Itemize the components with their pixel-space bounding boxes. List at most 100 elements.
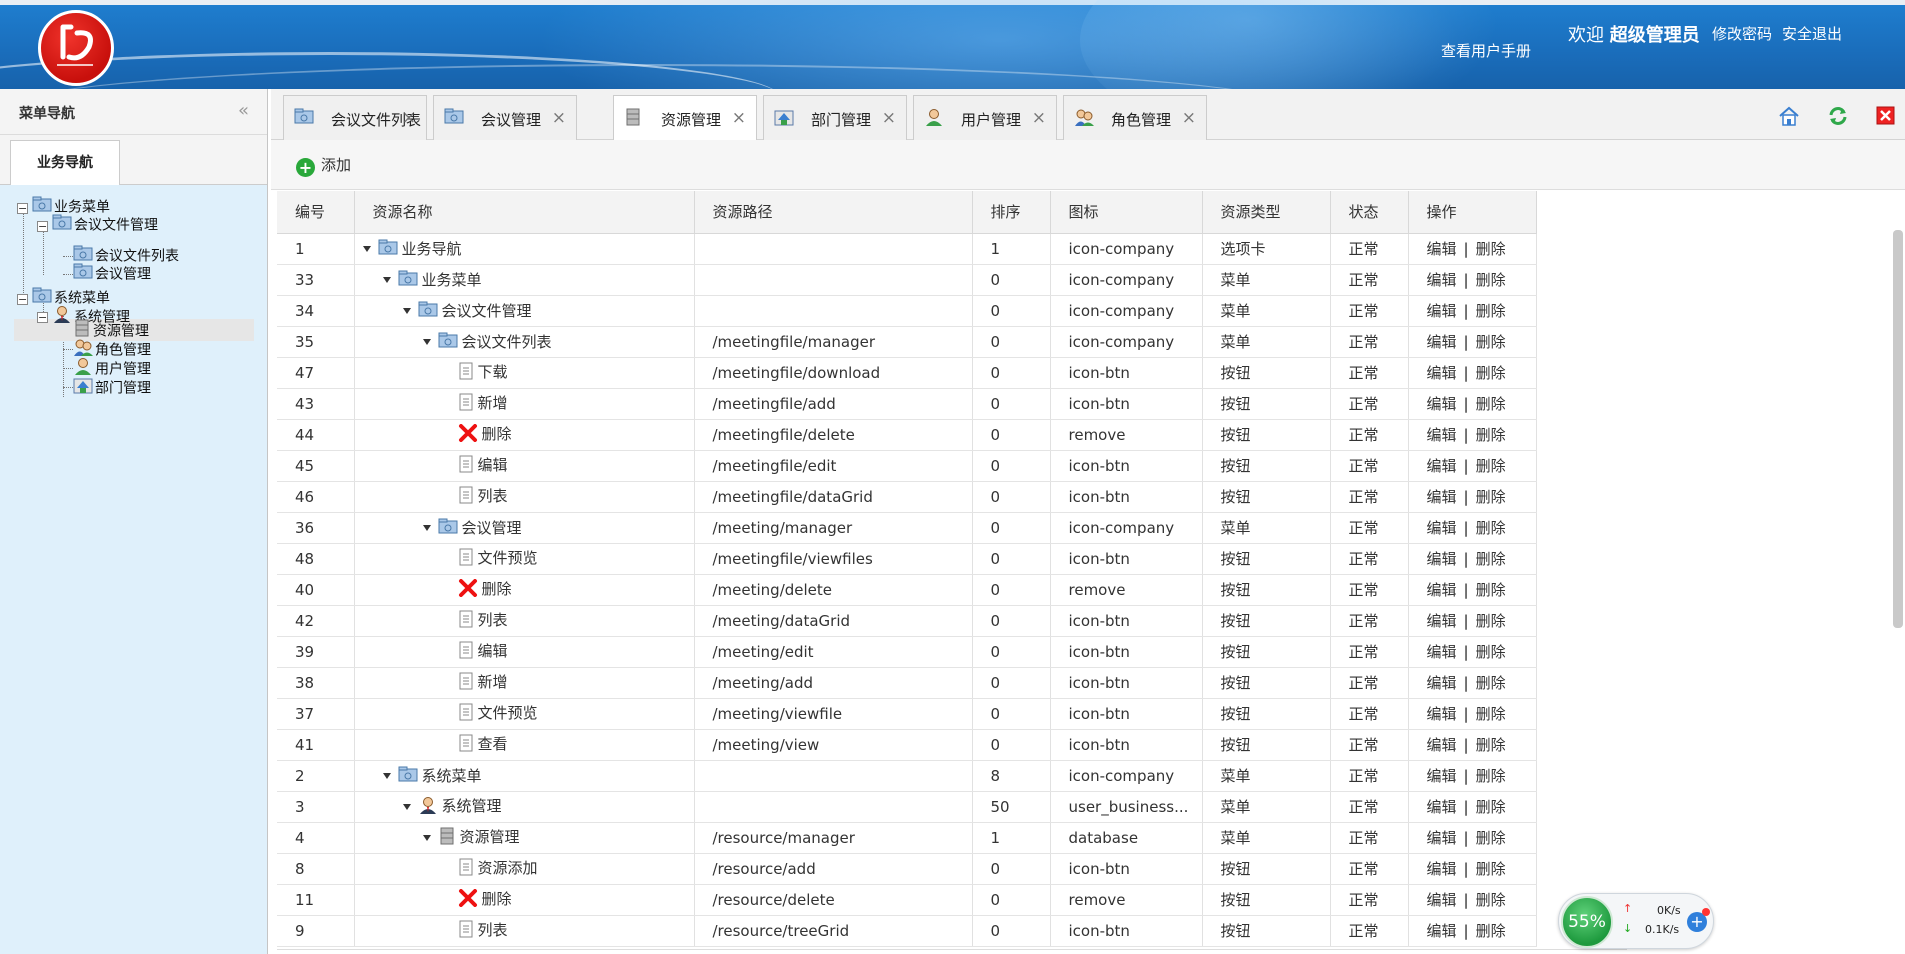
delete-link[interactable]: 删除 xyxy=(1476,705,1506,723)
edit-link[interactable]: 编辑 xyxy=(1427,767,1457,785)
table-row[interactable]: 36 会议管理/meeting/manager 0 icon-company 菜单 正常编… xyxy=(277,512,1537,544)
edit-link[interactable]: 编辑 xyxy=(1427,333,1457,351)
edit-link[interactable]: 编辑 xyxy=(1427,426,1457,444)
edit-link[interactable]: 编辑 xyxy=(1427,643,1457,661)
change-password-link[interactable]: 修改密码 xyxy=(1712,23,1772,44)
table-row[interactable]: 46 列表/meetingfile/dataGrid 0 icon-btn 按钮 正常 编辑… xyxy=(277,481,1537,513)
edit-link[interactable]: 编辑 xyxy=(1427,240,1457,258)
tab-business-nav[interactable]: 业务导航 xyxy=(10,140,120,186)
edit-link[interactable]: 编辑 xyxy=(1427,829,1457,847)
close-all-icon[interactable] xyxy=(1875,105,1897,127)
edit-link[interactable]: 编辑 xyxy=(1427,736,1457,754)
col-header-name[interactable]: 资源名称 xyxy=(354,191,695,234)
table-row[interactable]: 41 查看/meeting/view 0 icon-btn 按钮 正常 编辑 | 删除 xyxy=(277,729,1537,761)
delete-link[interactable]: 删除 xyxy=(1476,240,1506,258)
delete-link[interactable]: 删除 xyxy=(1476,395,1506,413)
delete-link[interactable]: 删除 xyxy=(1476,364,1506,382)
delete-link[interactable]: 删除 xyxy=(1476,271,1506,289)
tab-meeting-mgmt[interactable]: 会议管理 × xyxy=(433,95,577,141)
delete-link[interactable]: 删除 xyxy=(1476,302,1506,320)
table-row[interactable]: 35 会议文件列表/meetingfile/manager 0 icon-compan… xyxy=(277,326,1537,358)
table-row[interactable]: 1 业务导航 1 icon-company 选项卡 正常 编辑 | 删除 xyxy=(277,233,1537,265)
tab-resource-mgmt[interactable]: 资源管理 × xyxy=(613,95,757,141)
add-button[interactable]: + 添加 xyxy=(296,154,351,177)
table-row[interactable]: 40 删除/meeting/delete 0 remove 按钮 正常 编辑 | 删除 xyxy=(277,574,1537,606)
col-header-path[interactable]: 资源路径 xyxy=(694,191,973,234)
delete-link[interactable]: 删除 xyxy=(1476,829,1506,847)
expand-toggle[interactable] xyxy=(402,803,411,810)
table-row[interactable]: 44 删除/meetingfile/delete 0 remove 按钮 正常 编辑 | 删除 xyxy=(277,419,1537,451)
delete-link[interactable]: 删除 xyxy=(1476,612,1506,630)
close-icon[interactable]: × xyxy=(1032,108,1046,128)
expand-toggle[interactable] xyxy=(422,525,431,532)
table-row[interactable]: 2 系统菜单 8 icon-company 菜单 正常 编辑 | 删除 xyxy=(277,760,1537,792)
edit-link[interactable]: 编辑 xyxy=(1427,581,1457,599)
table-row[interactable]: 9 列表/resource/treeGrid 0 icon-btn 按钮 正常 编辑 | 删除 xyxy=(277,915,1537,947)
col-header-icon[interactable]: 图标 xyxy=(1050,191,1203,234)
delete-link[interactable]: 删除 xyxy=(1476,550,1506,568)
edit-link[interactable]: 编辑 xyxy=(1427,612,1457,630)
table-row[interactable]: 48 文件预览/meetingfile/viewfiles 0 icon-btn 按钮正… xyxy=(277,543,1537,575)
close-icon[interactable]: × xyxy=(732,108,746,128)
close-icon[interactable]: × xyxy=(1182,108,1196,128)
edit-link[interactable]: 编辑 xyxy=(1427,860,1457,878)
edit-link[interactable]: 编辑 xyxy=(1427,798,1457,816)
tree-toggle[interactable]: − xyxy=(17,294,28,305)
edit-link[interactable]: 编辑 xyxy=(1427,922,1457,940)
tree-toggle[interactable]: − xyxy=(17,203,28,214)
table-row[interactable]: 8 资源添加/resource/add 0 icon-btn 按钮 正常 编辑 | 删除 xyxy=(277,853,1537,885)
table-row[interactable]: 42 列表/meeting/dataGrid 0 icon-btn 按钮 正常 编辑 | 删除 xyxy=(277,605,1537,637)
tab-user-mgmt[interactable]: 用户管理 × xyxy=(913,95,1057,141)
tab-dept-mgmt[interactable]: 部门管理 × xyxy=(763,95,907,141)
table-row[interactable]: 3 系统管理 50 user_business... 菜单 正常 编辑 | 删除 xyxy=(277,791,1537,823)
home-icon[interactable] xyxy=(1778,105,1800,127)
col-header-id[interactable]: 编号 xyxy=(277,191,355,234)
network-speed-widget[interactable]: 55% ↑ ↓ 0K/s 0.1K/s + xyxy=(1558,893,1714,949)
table-row[interactable]: 37 文件预览/meeting/viewfile 0 icon-btn 按钮 正常 编辑 | 删… xyxy=(277,698,1537,730)
expand-toggle[interactable] xyxy=(382,277,391,284)
delete-link[interactable]: 删除 xyxy=(1476,860,1506,878)
expand-toggle[interactable] xyxy=(422,339,431,346)
edit-link[interactable]: 编辑 xyxy=(1427,550,1457,568)
edit-link[interactable]: 编辑 xyxy=(1427,302,1457,320)
delete-link[interactable]: 删除 xyxy=(1476,426,1506,444)
delete-link[interactable]: 删除 xyxy=(1476,581,1506,599)
user-manual-link[interactable]: 查看用户手册 xyxy=(1441,40,1531,61)
edit-link[interactable]: 编辑 xyxy=(1427,395,1457,413)
delete-link[interactable]: 删除 xyxy=(1476,333,1506,351)
expand-toggle[interactable] xyxy=(362,246,371,253)
edit-link[interactable]: 编辑 xyxy=(1427,271,1457,289)
tab-meetingfile-list[interactable]: 会议文件列表 × xyxy=(283,95,427,141)
edit-link[interactable]: 编辑 xyxy=(1427,891,1457,909)
tree-toggle[interactable]: − xyxy=(37,221,48,232)
collapse-icon[interactable]: « xyxy=(238,100,249,121)
table-row[interactable]: 39 编辑/meeting/edit 0 icon-btn 按钮 正常 编辑 | 删除 xyxy=(277,636,1537,668)
logout-link[interactable]: 安全退出 xyxy=(1782,23,1842,44)
tree-item-meeting-mgmt[interactable]: 会议管理 xyxy=(73,263,151,285)
tab-role-mgmt[interactable]: 角色管理 × xyxy=(1063,95,1207,141)
table-row[interactable]: 47 下载/meetingfile/download 0 icon-btn 按钮 正常 编辑… xyxy=(277,357,1537,389)
expand-toggle[interactable] xyxy=(402,308,411,315)
close-icon[interactable]: × xyxy=(882,108,896,128)
col-header-type[interactable]: 资源类型 xyxy=(1202,191,1331,234)
delete-link[interactable]: 删除 xyxy=(1476,643,1506,661)
expand-toggle[interactable] xyxy=(422,834,431,841)
edit-link[interactable]: 编辑 xyxy=(1427,674,1457,692)
edit-link[interactable]: 编辑 xyxy=(1427,705,1457,723)
edit-link[interactable]: 编辑 xyxy=(1427,457,1457,475)
edit-link[interactable]: 编辑 xyxy=(1427,364,1457,382)
tree-toggle[interactable]: − xyxy=(37,312,48,323)
delete-link[interactable]: 删除 xyxy=(1476,736,1506,754)
table-row[interactable]: 43 新增/meetingfile/add 0 icon-btn 按钮 正常 编辑 | 删除 xyxy=(277,388,1537,420)
col-header-status[interactable]: 状态 xyxy=(1330,191,1409,234)
delete-link[interactable]: 删除 xyxy=(1476,798,1506,816)
table-row[interactable]: 33 业务菜单 0 icon-company 菜单 正常 编辑 | 删除 xyxy=(277,264,1537,296)
delete-link[interactable]: 删除 xyxy=(1476,674,1506,692)
vertical-scrollbar[interactable] xyxy=(1893,230,1903,628)
delete-link[interactable]: 删除 xyxy=(1476,457,1506,475)
expand-toggle[interactable] xyxy=(382,773,391,780)
table-row[interactable]: 11 删除/resource/delete 0 remove 按钮 正常 编辑 | 删除 xyxy=(277,884,1537,916)
close-icon[interactable]: × xyxy=(552,108,566,128)
table-row[interactable]: 45 编辑/meetingfile/edit 0 icon-btn 按钮 正常 编辑 | 删除 xyxy=(277,450,1537,482)
edit-link[interactable]: 编辑 xyxy=(1427,488,1457,506)
